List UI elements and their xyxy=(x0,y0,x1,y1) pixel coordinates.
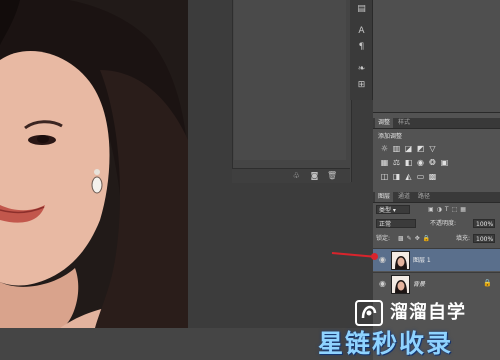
watermark-line-1: 溜溜自学 xyxy=(390,302,466,323)
history-icon[interactable]: ▤ xyxy=(356,4,367,15)
layer-thumbnail xyxy=(391,275,410,294)
invert-icon[interactable]: ◫ xyxy=(380,172,389,181)
tab-styles[interactable]: 样式 xyxy=(395,118,413,128)
lock-icon: 🔒 xyxy=(483,279,492,287)
canvas-photo[interactable] xyxy=(0,0,188,328)
clone-source-icon[interactable]: ❧ xyxy=(356,64,367,75)
filter-icons[interactable]: ▣◑T⬚▦ xyxy=(428,204,469,215)
lock-icons[interactable]: ▩✎✥🔒 xyxy=(398,233,433,244)
tab-layers[interactable]: 图层 xyxy=(375,192,394,202)
right-top-panel xyxy=(373,0,500,113)
watermark-line-2: 星链秒收录 xyxy=(318,329,454,358)
blend-mode-select[interactable]: 正常 xyxy=(376,219,416,228)
adjustments-title: 添加调整 xyxy=(378,133,403,140)
adjustments-row-3: ◫ ◨ ◭ ▭ ▩ xyxy=(380,172,440,182)
brush-preset-icon[interactable]: ⊞ xyxy=(356,80,367,91)
layers-tabbar: 图层 通道 路径 xyxy=(373,192,500,203)
layer-row-background[interactable]: ◉ 背景 🔒 xyxy=(373,272,500,295)
curves-icon[interactable]: ◪ xyxy=(404,144,413,153)
blend-row: 正常 不透明度: 100% xyxy=(376,218,496,229)
opacity-label: 不透明度: xyxy=(430,220,457,227)
adjustments-tabbar: 调整 样式 xyxy=(373,118,500,129)
photo-filter-icon[interactable]: ◉ xyxy=(416,158,425,167)
adjustments-row-1: ☼ ▥ ◪ ◩ ▽ xyxy=(380,144,440,154)
brightness-icon[interactable]: ☼ xyxy=(380,144,389,153)
kind-filter-select[interactable]: 类型 ▾ xyxy=(376,205,410,214)
tab-adjustments[interactable]: 调整 xyxy=(375,118,394,128)
camera-icon[interactable]: ◙ xyxy=(310,171,319,180)
color-lookup-icon[interactable]: ▣ xyxy=(440,158,449,167)
watermark-logo xyxy=(355,300,383,326)
blend-mode-value: 正常 xyxy=(379,221,392,228)
fill-label: 填充: xyxy=(456,235,471,242)
layer-name: 图层 1 xyxy=(413,257,431,264)
annotation-arrow-head xyxy=(371,253,378,260)
opacity-field[interactable]: 100% xyxy=(473,219,495,228)
lock-label: 锁定: xyxy=(376,235,391,242)
tab-paths[interactable]: 路径 xyxy=(415,192,433,202)
gradient-map-icon[interactable]: ▭ xyxy=(416,172,425,181)
kind-filter-value: 类型 xyxy=(379,207,392,214)
hue-icon[interactable]: ▦ xyxy=(380,158,389,167)
annotation-arrow xyxy=(331,252,376,258)
layer-row-1[interactable]: ◉ 图层 1 xyxy=(373,248,500,271)
vibrance-icon[interactable]: ▽ xyxy=(428,144,437,153)
adjustments-row-2: ▦ ⚖ ◧ ◉ ❂ ▣ xyxy=(380,158,452,168)
fill-field[interactable]: 100% xyxy=(473,234,495,243)
paragraph-icon[interactable]: ¶ xyxy=(356,42,367,53)
black-white-icon[interactable]: ◧ xyxy=(404,158,413,167)
channel-mixer-icon[interactable]: ❂ xyxy=(428,158,437,167)
character-icon[interactable]: A xyxy=(356,26,367,37)
portrait-image xyxy=(0,0,188,328)
panel-icon-strip: ▤ A ¶ ❧ ⊞ xyxy=(350,0,373,100)
levels-icon[interactable]: ▥ xyxy=(392,144,401,153)
floating-panel-content xyxy=(234,0,346,160)
threshold-icon[interactable]: ◭ xyxy=(404,172,413,181)
delete-icon[interactable]: 🗑 xyxy=(327,171,337,180)
floating-panel-footer: ♧ ◙ 🗑 xyxy=(232,168,350,183)
new-group-icon[interactable]: ♧ xyxy=(292,171,301,180)
eye-icon[interactable]: ◉ xyxy=(378,255,387,264)
tab-channels[interactable]: 通道 xyxy=(395,192,413,202)
eye-icon[interactable]: ◉ xyxy=(378,279,387,288)
exposure-icon[interactable]: ◩ xyxy=(416,144,425,153)
layer-name: 背景 xyxy=(413,281,426,288)
color-balance-icon[interactable]: ⚖ xyxy=(392,158,401,167)
selective-color-icon[interactable]: ▩ xyxy=(428,172,437,181)
lock-row: 锁定: ▩✎✥🔒 填充: 100% xyxy=(376,233,496,244)
posterize-icon[interactable]: ◨ xyxy=(392,172,401,181)
layer-thumbnail xyxy=(391,251,410,270)
